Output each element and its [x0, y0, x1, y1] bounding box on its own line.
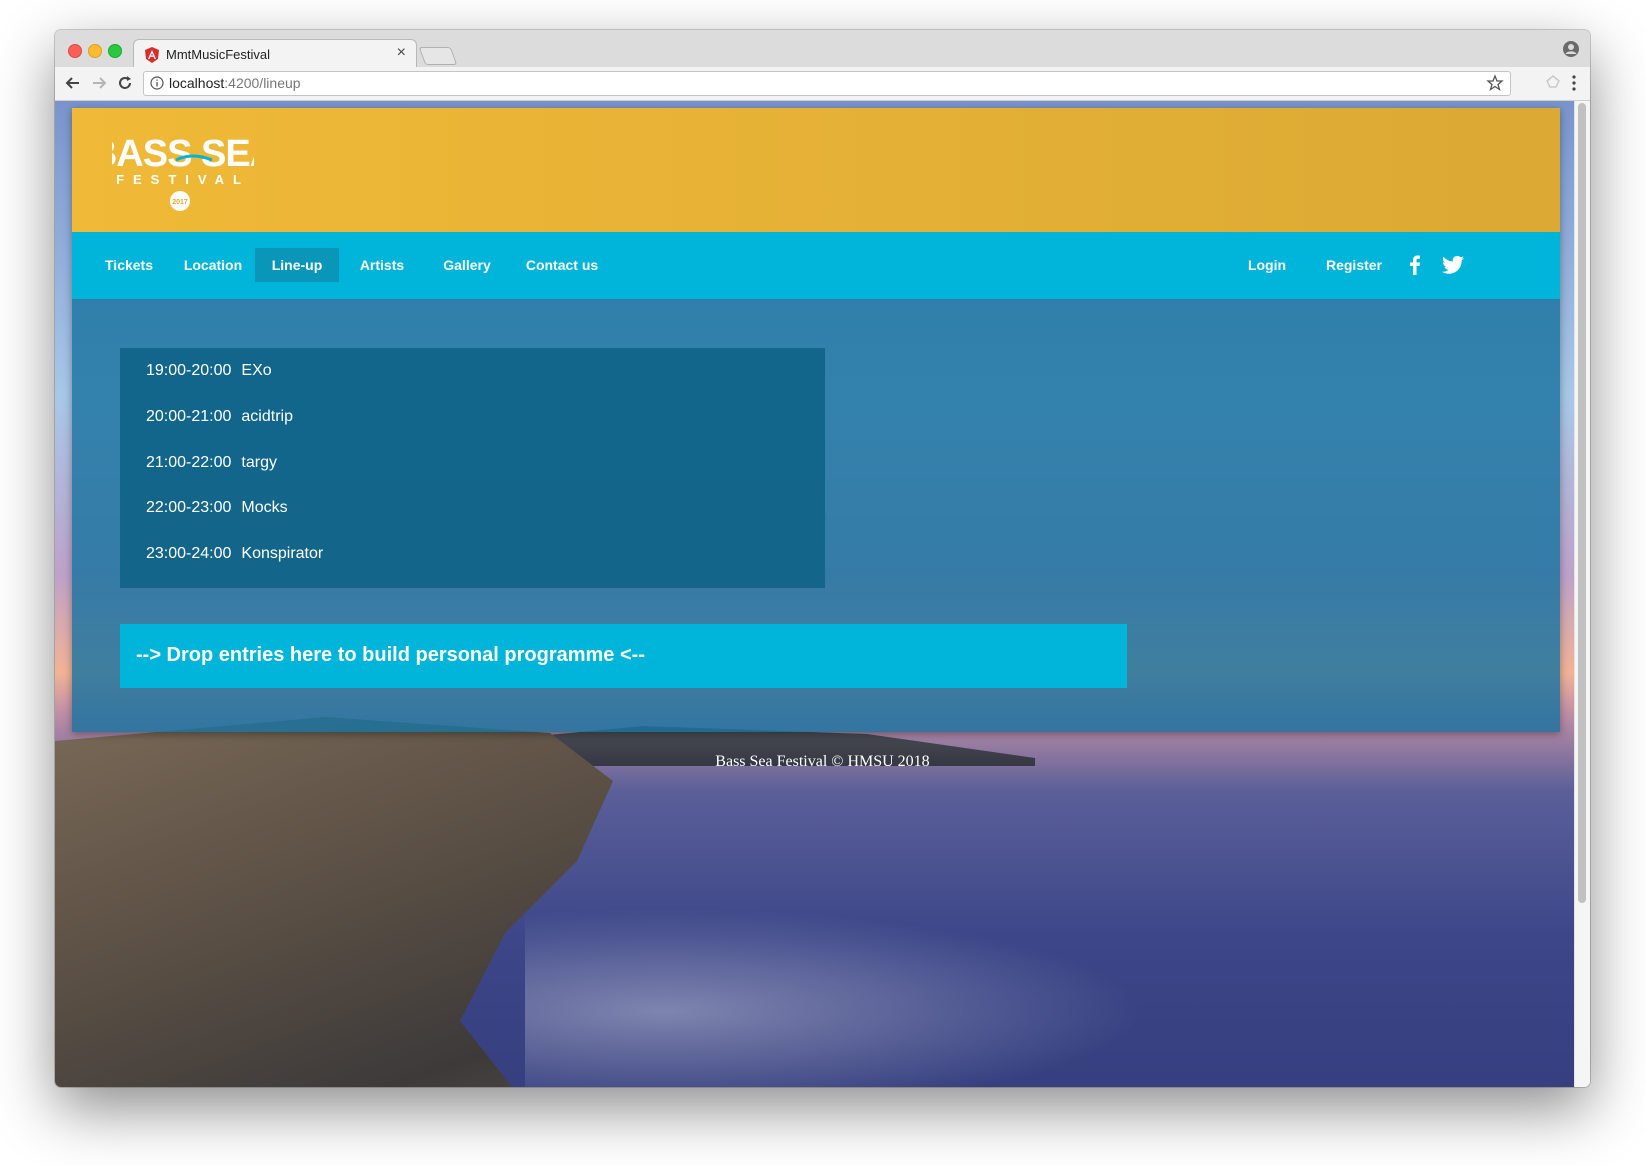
nav-gallery[interactable]: Gallery — [427, 248, 507, 282]
logo-subtitle: FESTIVAL — [116, 172, 250, 187]
background-surf — [525, 891, 1225, 1087]
lineup-entry[interactable]: 22:00-23:00 Mocks — [146, 499, 288, 517]
site-footer: Bass Sea Festival © HMSU 2018 — [715, 753, 930, 770]
scrollbar-thumb[interactable] — [1578, 103, 1586, 903]
lineup-artist: EXo — [241, 362, 272, 379]
browser-tab[interactable]: MmtMusicFestival × — [133, 39, 417, 69]
logo-year: 2017 — [172, 199, 188, 206]
bass-sea-festival-logo[interactable]: BASS SEA FESTIVAL 2017 — [112, 130, 254, 212]
personal-programme-dropzone[interactable]: --> Drop entries here to build personal … — [120, 624, 1127, 688]
festival-app: BASS SEA FESTIVAL 2017 Tickets Location … — [72, 108, 1560, 732]
lineup-list: 19:00-20:00 EXo 20:00-21:00 acidtrip 21:00… — [120, 348, 825, 588]
lineup-time: 23:00-24:00 — [146, 545, 232, 562]
nav-line-up[interactable]: Line-up — [255, 248, 339, 282]
forward-arrow-icon[interactable] — [89, 73, 109, 93]
lineup-artist: acidtrip — [241, 408, 293, 425]
lineup-time: 19:00-20:00 — [146, 362, 232, 379]
nav-location[interactable]: Location — [172, 248, 254, 282]
lineup-entry[interactable]: 23:00-24:00 Konspirator — [146, 545, 323, 563]
minimize-window-button[interactable] — [88, 44, 102, 58]
lineup-entry[interactable]: 21:00-22:00 targy — [146, 454, 277, 472]
url-text: localhost:4200/lineup — [169, 75, 301, 91]
extension-icon[interactable] — [1544, 73, 1562, 91]
dropzone-text: --> Drop entries here to build personal … — [136, 644, 645, 666]
vertical-scrollbar[interactable] — [1574, 101, 1590, 1087]
browser-window: MmtMusicFestival × localhost:4200/lineup… — [55, 30, 1590, 1087]
maximize-window-button[interactable] — [108, 44, 122, 58]
main-navbar: Tickets Location Line-up Artists Gallery… — [72, 232, 1560, 299]
tab-title: MmtMusicFestival — [166, 47, 271, 62]
site-header: BASS SEA FESTIVAL 2017 — [72, 108, 1560, 232]
reload-icon[interactable] — [115, 73, 135, 93]
browser-toolbar: localhost:4200/lineup — [55, 67, 1590, 101]
bookmark-star-icon[interactable] — [1486, 74, 1504, 92]
lineup-artist: Konspirator — [241, 545, 324, 562]
info-icon[interactable] — [150, 76, 164, 90]
url-path: :4200/lineup — [224, 75, 301, 91]
lineup-time: 22:00-23:00 — [146, 499, 232, 516]
lineup-entry[interactable]: 20:00-21:00 acidtrip — [146, 408, 293, 426]
twitter-icon[interactable] — [1442, 255, 1464, 275]
lineup-time: 21:00-22:00 — [146, 454, 232, 471]
nav-artists[interactable]: Artists — [342, 248, 422, 282]
profile-icon[interactable] — [1562, 40, 1580, 58]
more-menu-icon[interactable] — [1572, 74, 1576, 92]
url-host: localhost — [169, 75, 225, 91]
lineup-time: 20:00-21:00 — [146, 408, 232, 425]
nav-register[interactable]: Register — [1312, 248, 1396, 282]
tab-strip: MmtMusicFestival × — [55, 30, 1590, 69]
tab-close-icon[interactable]: × — [397, 44, 406, 62]
nav-login[interactable]: Login — [1232, 248, 1302, 282]
lineup-entry[interactable]: 19:00-20:00 EXo — [146, 362, 272, 380]
logo-title: BASS SEA — [112, 133, 254, 175]
facebook-icon[interactable] — [1405, 255, 1425, 275]
back-arrow-icon[interactable] — [63, 73, 83, 93]
lineup-artist: targy — [241, 454, 277, 471]
angular-icon — [145, 47, 159, 63]
nav-tickets[interactable]: Tickets — [92, 248, 166, 282]
page-viewport: BASS SEA FESTIVAL 2017 Tickets Location … — [55, 101, 1590, 1087]
nav-contact-us[interactable]: Contact us — [512, 248, 612, 282]
address-bar[interactable]: localhost:4200/lineup — [143, 71, 1511, 96]
close-window-button[interactable] — [68, 44, 82, 58]
lineup-artist: Mocks — [241, 499, 288, 516]
main-content: 19:00-20:00 EXo 20:00-21:00 acidtrip 21:00… — [72, 299, 1560, 732]
new-tab-button[interactable] — [418, 47, 458, 65]
